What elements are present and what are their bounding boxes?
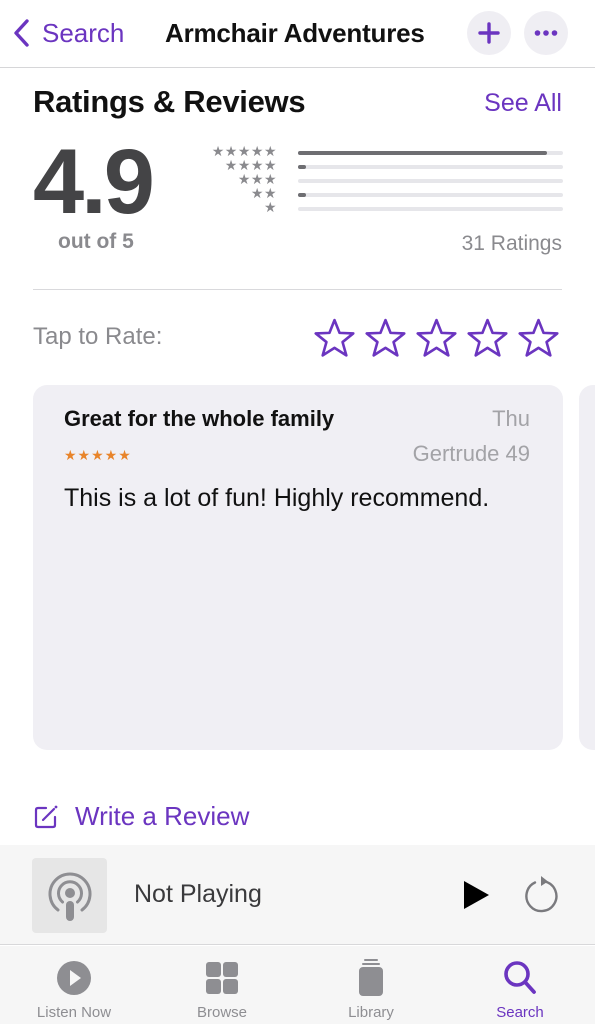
search-icon — [504, 961, 536, 994]
now-playing-status: Not Playing — [134, 880, 262, 908]
page-title: Armchair Adventures — [165, 18, 425, 48]
star-outline-icon[interactable] — [516, 316, 561, 361]
histogram-track — [298, 151, 563, 155]
artwork — [32, 858, 107, 933]
tab-label: Browse — [196, 1004, 248, 1021]
histogram-track — [298, 207, 563, 211]
star-outline-icon[interactable] — [414, 316, 459, 361]
tab-listen-now[interactable]: Listen Now — [0, 946, 148, 1024]
review-card[interactable]: Great for the whole family Thu ★★★★★ Ger… — [33, 385, 563, 750]
library-icon — [359, 959, 383, 996]
tab-label: Search — [496, 1004, 544, 1021]
play-circle-icon — [57, 961, 91, 995]
star-label: ★ — [263, 199, 277, 215]
tap-to-rate-label: Tap to Rate: — [33, 323, 163, 350]
review-title: Great for the whole family — [64, 406, 335, 431]
star-outline-icon[interactable] — [312, 316, 357, 361]
histogram-fill — [298, 151, 548, 155]
star-label: ★★★★★ — [211, 143, 277, 159]
star-label: ★★ — [250, 185, 277, 201]
back-label: Search — [42, 17, 125, 48]
histogram-row-1: ★ — [200, 199, 563, 216]
review-body: This is a lot of fun! Highly recommend. — [64, 484, 490, 512]
navigation-bar: Search Armchair Adventures — [0, 0, 595, 68]
ratings-count: 31 Ratings — [461, 232, 562, 255]
chevron-left-icon — [14, 19, 29, 47]
write-review-label: Write a Review — [75, 801, 250, 831]
plus-icon — [478, 22, 500, 44]
more-button[interactable] — [524, 11, 568, 55]
histogram-track — [298, 193, 563, 197]
rating-histogram: ★★★★★ ★★★★ ★★★ ★★ ★ — [200, 143, 563, 216]
average-rating: 4.9 — [33, 131, 155, 233]
divider — [33, 289, 562, 290]
tab-search[interactable]: Search — [446, 946, 594, 1024]
tab-bar: Listen Now Browse Library Search — [0, 946, 595, 1024]
ratings-section-title: Ratings & Reviews — [33, 84, 306, 119]
add-button[interactable] — [467, 11, 511, 55]
histogram-fill — [298, 165, 306, 169]
review-author: Gertrude 49 — [412, 441, 530, 466]
tab-browse[interactable]: Browse — [148, 946, 296, 1024]
tab-library[interactable]: Library — [297, 946, 445, 1024]
star-outline-icon[interactable] — [363, 316, 408, 361]
podcast-icon — [48, 872, 91, 921]
tab-label: Listen Now — [36, 1004, 112, 1021]
back-button[interactable]: Search — [12, 14, 124, 52]
out-of-label: out of 5 — [58, 230, 134, 253]
tap-to-rate-stars — [312, 316, 561, 361]
see-all-link[interactable]: See All — [484, 89, 562, 118]
write-review-button[interactable]: Write a Review — [33, 801, 249, 832]
histogram-row-2: ★★ — [200, 185, 563, 202]
tab-label: Library — [348, 1004, 394, 1021]
next-review-card[interactable] — [579, 385, 595, 750]
ellipsis-icon — [534, 30, 558, 36]
grid-icon — [206, 962, 238, 994]
star-label: ★★★ — [237, 171, 277, 187]
histogram-track — [298, 165, 563, 169]
review-date: Thu — [492, 406, 530, 431]
review-stars: ★★★★★ — [64, 447, 132, 463]
play-icon[interactable] — [460, 878, 492, 912]
skip-forward-icon[interactable] — [521, 874, 561, 916]
star-label: ★★★★ — [224, 157, 277, 173]
star-outline-icon[interactable] — [465, 316, 510, 361]
mini-player[interactable]: Not Playing — [0, 845, 595, 945]
compose-icon — [34, 805, 58, 828]
histogram-track — [298, 179, 563, 183]
histogram-fill — [298, 193, 306, 197]
